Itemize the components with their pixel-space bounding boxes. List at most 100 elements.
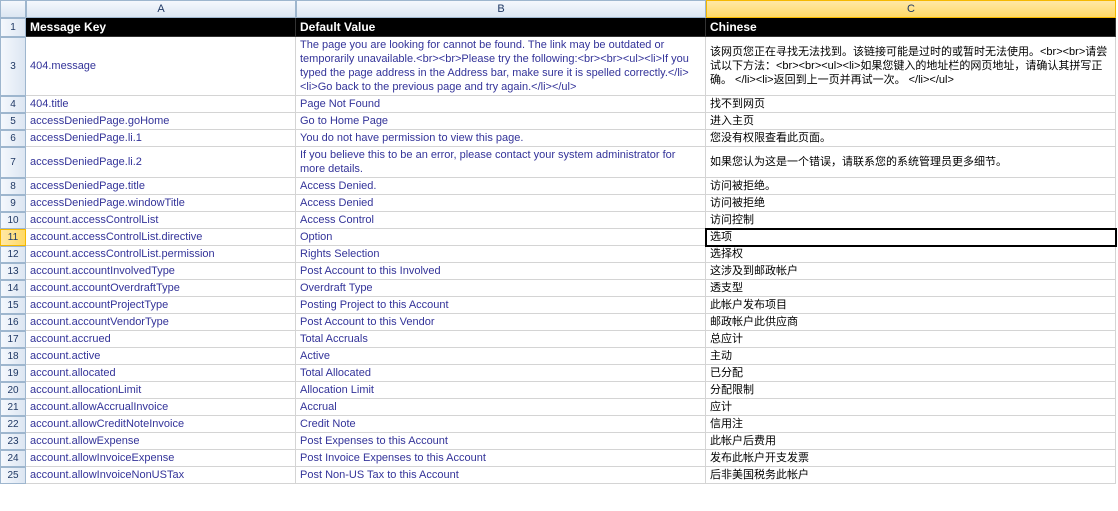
cell[interactable]: account.allowInvoiceExpense	[26, 450, 296, 467]
cell[interactable]: 404.message	[26, 37, 296, 96]
cell[interactable]: account.active	[26, 348, 296, 365]
cell[interactable]: 找不到网页	[706, 96, 1116, 113]
cell[interactable]: account.allowInvoiceNonUSTax	[26, 467, 296, 484]
cell[interactable]: account.accessControlList.permission	[26, 246, 296, 263]
cell[interactable]: Total Allocated	[296, 365, 706, 382]
row-header[interactable]: 12	[0, 246, 26, 263]
row-header[interactable]: 13	[0, 263, 26, 280]
row-header[interactable]: 8	[0, 178, 26, 195]
row-header[interactable]: 22	[0, 416, 26, 433]
cell[interactable]: 后非美国税务此帐户	[706, 467, 1116, 484]
cell[interactable]: account.allocationLimit	[26, 382, 296, 399]
cell[interactable]: account.allowCreditNoteInvoice	[26, 416, 296, 433]
cell[interactable]: Post Invoice Expenses to this Account	[296, 450, 706, 467]
row-header[interactable]: 21	[0, 399, 26, 416]
row-header[interactable]: 11	[0, 229, 26, 246]
cell[interactable]: Post Account to this Vendor	[296, 314, 706, 331]
cell[interactable]: account.accountProjectType	[26, 297, 296, 314]
cell[interactable]: Rights Selection	[296, 246, 706, 263]
cell[interactable]: accessDeniedPage.li.2	[26, 147, 296, 178]
row-header[interactable]: 18	[0, 348, 26, 365]
row-header[interactable]: 7	[0, 147, 26, 178]
cell[interactable]: 这涉及到邮政帐户	[706, 263, 1116, 280]
cell[interactable]: 主动	[706, 348, 1116, 365]
row-header[interactable]: 17	[0, 331, 26, 348]
row-header[interactable]: 14	[0, 280, 26, 297]
cell[interactable]: account.accountInvolvedType	[26, 263, 296, 280]
cell[interactable]: The page you are looking for cannot be f…	[296, 37, 706, 96]
cell[interactable]: Access Denied.	[296, 178, 706, 195]
cell[interactable]: 此帐户发布项目	[706, 297, 1116, 314]
row-header[interactable]: 15	[0, 297, 26, 314]
row-header[interactable]: 9	[0, 195, 26, 212]
cell[interactable]: account.allowExpense	[26, 433, 296, 450]
row-header[interactable]: 6	[0, 130, 26, 147]
row-header[interactable]: 23	[0, 433, 26, 450]
cell[interactable]: 访问被拒绝。	[706, 178, 1116, 195]
cell[interactable]: 访问被拒绝	[706, 195, 1116, 212]
cell[interactable]: 分配限制	[706, 382, 1116, 399]
cell[interactable]: Access Control	[296, 212, 706, 229]
cell[interactable]: Overdraft Type	[296, 280, 706, 297]
row-header[interactable]: 10	[0, 212, 26, 229]
cell[interactable]: accessDeniedPage.li.1	[26, 130, 296, 147]
cell[interactable]: Access Denied	[296, 195, 706, 212]
row-header[interactable]: 25	[0, 467, 26, 484]
cell[interactable]: Active	[296, 348, 706, 365]
cell[interactable]: account.accessControlList.directive	[26, 229, 296, 246]
row-header[interactable]: 4	[0, 96, 26, 113]
header-cell: Message Key	[26, 18, 296, 37]
cell[interactable]: 此帐户后费用	[706, 433, 1116, 450]
cell[interactable]: account.accountOverdraftType	[26, 280, 296, 297]
cell[interactable]: 已分配	[706, 365, 1116, 382]
cell[interactable]: Accrual	[296, 399, 706, 416]
cell[interactable]: Post Account to this Involved	[296, 263, 706, 280]
cell[interactable]: Go to Home Page	[296, 113, 706, 130]
cell[interactable]: 访问控制	[706, 212, 1116, 229]
row-header[interactable]: 19	[0, 365, 26, 382]
row-header[interactable]: 5	[0, 113, 26, 130]
cell[interactable]: 如果您认为这是一个错误，请联系您的系统管理员更多细节。	[706, 147, 1116, 178]
corner-cell[interactable]	[0, 0, 26, 18]
cell[interactable]: If you believe this to be an error, plea…	[296, 147, 706, 178]
cell[interactable]: Post Expenses to this Account	[296, 433, 706, 450]
row-header[interactable]: 16	[0, 314, 26, 331]
cell[interactable]: 选择权	[706, 246, 1116, 263]
cell[interactable]: 总应计	[706, 331, 1116, 348]
cell[interactable]: 该网页您正在寻找无法找到。该链接可能是过时的或暂时无法使用。<br><br>请尝…	[706, 37, 1116, 96]
cell[interactable]: 您没有权限查看此页面。	[706, 130, 1116, 147]
cell[interactable]: account.accessControlList	[26, 212, 296, 229]
cell[interactable]: Total Accruals	[296, 331, 706, 348]
cell[interactable]: 进入主页	[706, 113, 1116, 130]
cell[interactable]: Posting Project to this Account	[296, 297, 706, 314]
cell[interactable]: account.allowAccrualInvoice	[26, 399, 296, 416]
cell[interactable]: 应计	[706, 399, 1116, 416]
cell[interactable]: Credit Note	[296, 416, 706, 433]
column-header-b[interactable]: B	[296, 0, 706, 18]
cell[interactable]: 选项	[706, 229, 1116, 246]
cell[interactable]: Option	[296, 229, 706, 246]
cell[interactable]: 发布此帐户开支发票	[706, 450, 1116, 467]
cell[interactable]: accessDeniedPage.title	[26, 178, 296, 195]
cell[interactable]: 邮政帐户此供应商	[706, 314, 1116, 331]
cell[interactable]: account.accrued	[26, 331, 296, 348]
header-cell: Default Value	[296, 18, 706, 37]
column-header-c[interactable]: C	[706, 0, 1116, 18]
cell[interactable]: accessDeniedPage.goHome	[26, 113, 296, 130]
cell[interactable]: Post Non-US Tax to this Account	[296, 467, 706, 484]
header-cell: Chinese	[706, 18, 1116, 37]
cell[interactable]: accessDeniedPage.windowTitle	[26, 195, 296, 212]
cell[interactable]: account.allocated	[26, 365, 296, 382]
cell[interactable]: 透支型	[706, 280, 1116, 297]
cell[interactable]: You do not have permission to view this …	[296, 130, 706, 147]
cell[interactable]: 信用注	[706, 416, 1116, 433]
cell[interactable]: account.accountVendorType	[26, 314, 296, 331]
row-header[interactable]: 1	[0, 18, 26, 37]
cell[interactable]: Page Not Found	[296, 96, 706, 113]
row-header[interactable]: 20	[0, 382, 26, 399]
column-header-a[interactable]: A	[26, 0, 296, 18]
row-header[interactable]: 24	[0, 450, 26, 467]
cell[interactable]: 404.title	[26, 96, 296, 113]
cell[interactable]: Allocation Limit	[296, 382, 706, 399]
row-header[interactable]: 3	[0, 37, 26, 96]
